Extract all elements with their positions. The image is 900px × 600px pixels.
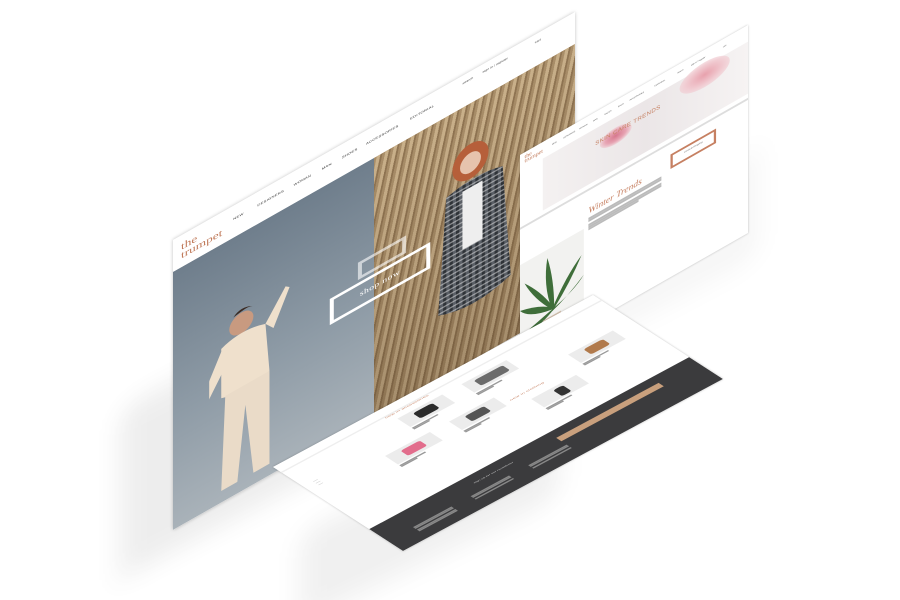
nav-item-shoes[interactable]: SHOES <box>342 151 358 163</box>
nav-item-man[interactable]: MAN <box>593 119 598 124</box>
nav-item-woman[interactable]: WOMAN <box>294 177 312 190</box>
continue-shopping-button[interactable]: continue shopping <box>670 128 717 170</box>
product-card[interactable] <box>531 374 593 410</box>
sign-in-link[interactable]: sign in / register <box>483 59 508 76</box>
mockup-stage: the trumpet NEW DESIGNERS WOMAN MAN SHOE… <box>0 0 900 600</box>
nav-item-new[interactable]: NEW <box>233 216 243 225</box>
product-card[interactable] <box>385 431 447 467</box>
search-link[interactable]: search <box>677 70 683 76</box>
product-card[interactable] <box>449 397 511 433</box>
nav-item-bags[interactable]: BAGS <box>618 104 624 109</box>
search-link[interactable]: search <box>462 78 473 87</box>
nav-item-editorial[interactable]: EDITORIAL <box>655 81 666 89</box>
cart-link[interactable]: cart <box>723 46 726 50</box>
nav-item-woman[interactable]: WOMAN <box>579 125 587 132</box>
product-card[interactable] <box>568 330 630 366</box>
nav-item-designers[interactable]: DESIGNERS <box>257 193 284 211</box>
nav-item-designers[interactable]: DESIGNERS <box>563 132 575 141</box>
footer-column <box>528 444 572 469</box>
nav-item-man[interactable]: MAN <box>322 166 332 175</box>
cart-link[interactable]: cart <box>535 40 541 46</box>
nav-item-new[interactable]: NEW <box>552 142 557 147</box>
nav-item-editorial[interactable]: EDITORIAL <box>410 108 434 125</box>
sidebar-filters[interactable]: — — — <box>314 480 327 488</box>
nav-item-shoes[interactable]: SHOES <box>604 111 611 117</box>
